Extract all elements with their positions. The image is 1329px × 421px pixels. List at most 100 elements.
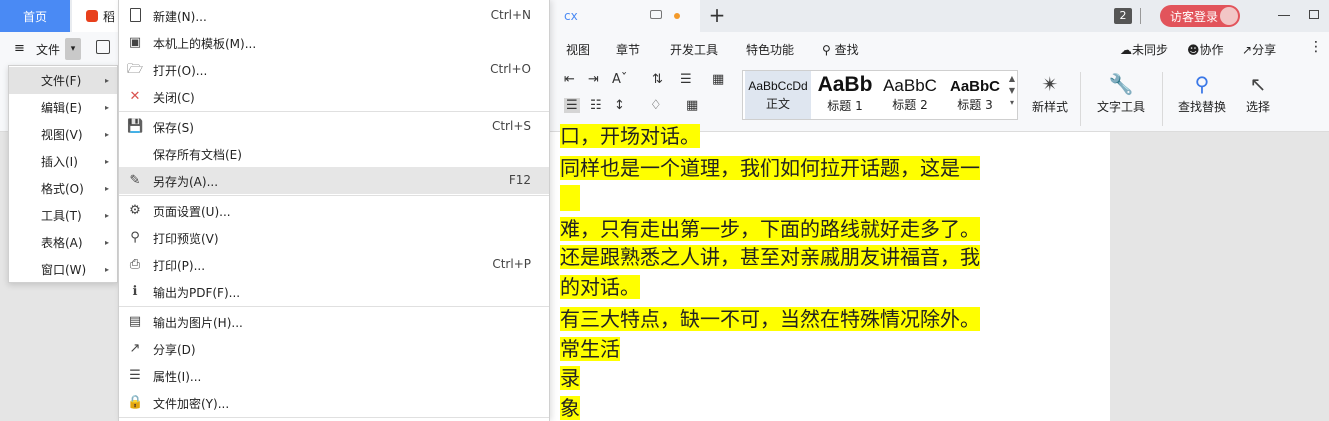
doc-line: 难，只有走出第一步，下面的路线就好走多了。 (560, 216, 980, 242)
align-icon[interactable]: ☰ (564, 98, 580, 113)
file-menu-share[interactable]: ↗ 分享(D) (119, 335, 549, 362)
doc-line: 口，开场对话。 (560, 123, 700, 149)
share-label: 分享 (1252, 43, 1277, 57)
menu-item-table[interactable]: 表格(A) ▸ (9, 229, 117, 256)
tab-daoke[interactable]: 稻 (72, 0, 118, 32)
image-export-icon: ▤ (128, 314, 142, 329)
folder-open-icon: 🗁 (127, 62, 144, 77)
menu-item-label: 表格(A) (41, 236, 83, 250)
unsync-button[interactable]: ☁未同步 (1120, 41, 1168, 58)
chevron-down-icon[interactable]: ▾ (65, 38, 81, 60)
divider (1080, 72, 1081, 126)
menu-item-tools[interactable]: 工具(T) ▸ (9, 202, 117, 229)
table-icon[interactable]: ▦ (712, 72, 724, 87)
border-icon[interactable]: ▦ (686, 98, 698, 113)
chevron-right-icon: ▸ (104, 157, 109, 166)
tab-view[interactable]: 视图 (566, 41, 590, 58)
collab-button[interactable]: ☻协作 (1187, 41, 1224, 58)
file-menu-encrypt[interactable]: 🔒 文件加密(Y)... (119, 389, 549, 416)
menu-item-window[interactable]: 窗口(W) ▸ (9, 256, 117, 283)
divider (119, 417, 549, 418)
file-menu-new[interactable]: 新建(N)... Ctrl+N (119, 2, 549, 29)
doc-line: 常生活 (560, 336, 620, 362)
font-size-icon[interactable]: Aˇ (612, 72, 627, 87)
menu-item-file[interactable]: 文件(F) ▸ (9, 67, 117, 94)
doc-line-text (560, 185, 580, 211)
minimize-icon[interactable] (1278, 15, 1290, 16)
divider (119, 306, 549, 307)
menu-item-label: 窗口(W) (41, 263, 87, 277)
doc-line: 同样也是一个道理，我们如何拉开话题，这是一 (560, 155, 980, 181)
tab-chapter[interactable]: 章节 (616, 41, 640, 58)
new-style-button[interactable]: ✴ 新样式 (1026, 72, 1074, 115)
save-icon[interactable] (96, 40, 110, 54)
save-as-icon: ✎ (129, 173, 141, 188)
avatar-icon (1220, 7, 1238, 25)
tab-developer[interactable]: 开发工具 (670, 41, 718, 58)
shortcut-label: Ctrl+S (491, 119, 531, 133)
menu-item-format[interactable]: 格式(O) ▸ (9, 175, 117, 202)
style-label: 标题 3 (957, 98, 993, 112)
tab-document[interactable]: cx (550, 0, 700, 32)
file-menu-page-setup[interactable]: ⚙ 页面设置(U)... (119, 197, 549, 224)
paragraph-spacing-icon[interactable]: ↕ (614, 98, 625, 113)
tab-home[interactable]: 首页 (0, 0, 70, 32)
file-menu-save-all[interactable]: 保存所有文档(E) (119, 140, 549, 167)
select-button[interactable]: ↖ 选择 (1238, 72, 1278, 115)
menu-item-label: 插入(I) (41, 155, 78, 169)
file-menu-properties[interactable]: ☰ 属性(I)... (119, 362, 549, 389)
new-tab-button[interactable]: + (708, 4, 726, 26)
window-count-badge[interactable]: 2 (1114, 8, 1132, 24)
doc-line-text: 常生活 (560, 337, 620, 361)
find-replace-button[interactable]: ⚲ 查找替换 (1172, 72, 1232, 115)
more-icon[interactable]: ⋮ (1309, 39, 1323, 55)
restore-icon[interactable] (1309, 10, 1319, 19)
file-menu-template[interactable]: ▣ 本机上的模板(M)... (119, 29, 549, 56)
hamburger-icon[interactable]: ≡ (14, 41, 25, 56)
line-spacing-icon[interactable]: ☰ (680, 72, 692, 87)
new-doc-icon (127, 8, 143, 24)
chevron-right-icon: ▸ (104, 184, 109, 193)
page-setup-icon: ⚙ (129, 203, 141, 218)
menu-item-insert[interactable]: 插入(I) ▸ (9, 148, 117, 175)
style-normal[interactable]: AaBbCcDd 正文 (745, 71, 811, 119)
text-tools-button[interactable]: 🔧 文字工具 (1092, 72, 1150, 115)
file-menu-save[interactable]: 💾 保存(S) Ctrl+S (119, 113, 549, 140)
style-heading-2[interactable]: AaBbC 标题 2 (879, 71, 941, 119)
doc-line-text: 难，只有走出第一步，下面的路线就好走多了。 (560, 217, 980, 241)
tab-document-label: cx (564, 9, 578, 23)
style-heading-1[interactable]: AaBb 标题 1 (813, 71, 877, 119)
menu-item-view[interactable]: 视图(V) ▸ (9, 121, 117, 148)
share-button[interactable]: ↗分享 (1242, 41, 1276, 58)
chevron-right-icon: ▸ (104, 265, 109, 274)
find-replace-label: 查找替换 (1177, 100, 1226, 114)
sort-icon[interactable]: ⇅ (652, 72, 663, 87)
file-menu-close[interactable]: ✕ 关闭(C) (119, 83, 549, 110)
shading-icon[interactable]: ♢ (650, 98, 662, 113)
style-heading-3[interactable]: AaBbC 标题 3 (943, 71, 1007, 119)
file-menu-print[interactable]: ⎙ 打印(P)... Ctrl+P (119, 251, 549, 278)
style-preview: AaBb (817, 73, 873, 96)
file-menu-export-pdf[interactable]: ℹ 输出为PDF(F)... (119, 278, 549, 305)
distribute-icon[interactable]: ☷ (590, 98, 602, 113)
file-menu-open[interactable]: 🗁 打开(O)... Ctrl+O (119, 56, 549, 83)
print-preview-icon: ⚲ (130, 230, 140, 245)
screen-icon[interactable] (650, 10, 662, 19)
file-menu-label: 新建(N)... (153, 10, 207, 24)
tab-features[interactable]: 特色功能 (746, 41, 794, 58)
file-menu-label: 打印预览(V) (153, 232, 219, 246)
file-menu-export-image[interactable]: ▤ 输出为图片(H)... (119, 308, 549, 335)
file-menu-print-preview[interactable]: ⚲ 打印预览(V) (119, 224, 549, 251)
file-menu-save-as[interactable]: ✎ 另存为(A)... F12 (119, 167, 549, 194)
tab-find[interactable]: ⚲ 查找 (822, 41, 859, 58)
file-menu-button[interactable]: 文件 (36, 41, 60, 58)
guest-login-button[interactable]: 访客登录 (1160, 5, 1240, 27)
outdent-icon[interactable]: ⇥ (588, 72, 599, 87)
doc-line-text: 同样也是一个道理，我们如何拉开话题，这是一 (560, 156, 980, 180)
menu-item-edit[interactable]: 编辑(E) ▸ (9, 94, 117, 121)
style-gallery-scroll[interactable]: ▲ ▼ ▾ (1007, 71, 1017, 119)
new-style-label: 新样式 (1031, 100, 1068, 114)
style-label: 标题 2 (892, 98, 928, 112)
style-label: 标题 1 (827, 99, 863, 113)
indent-icon[interactable]: ⇤ (564, 72, 575, 87)
